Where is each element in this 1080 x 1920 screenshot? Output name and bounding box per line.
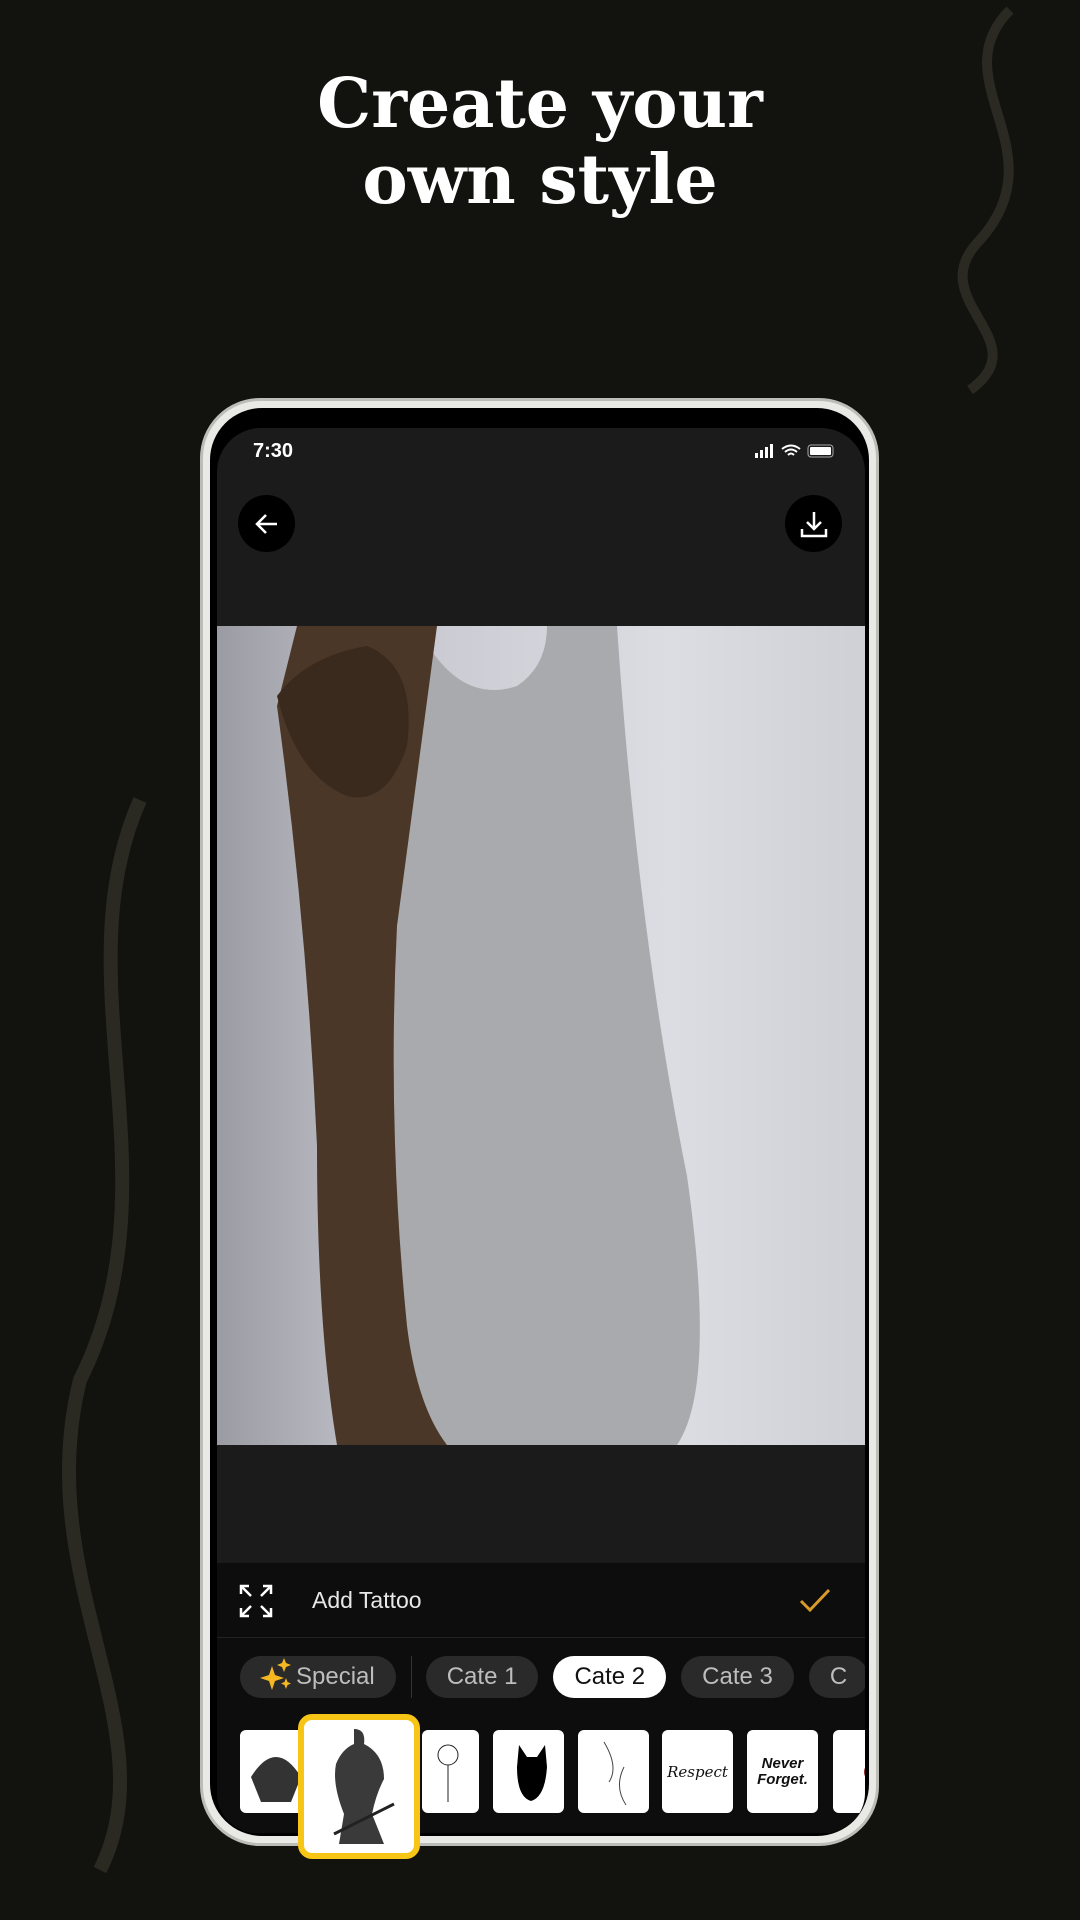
expand-icon[interactable]: [239, 1584, 273, 1618]
tab-cate-3[interactable]: Cate 3: [681, 1656, 794, 1698]
back-button[interactable]: [238, 495, 295, 552]
tattoo-thumb-devil[interactable]: [493, 1730, 564, 1813]
tab-cate-2[interactable]: Cate 2: [553, 1656, 667, 1698]
warrior-tattoo-image: [333, 1729, 395, 1844]
category-tabs: Special Cate 1 Cate 2 Cate 3 C: [240, 1656, 865, 1698]
chief-tattoo-image: [250, 1756, 301, 1802]
tattoo-preview-photo[interactable]: [217, 626, 865, 1445]
tattoo-thumb-partial[interactable]: [833, 1730, 865, 1813]
add-tattoo-label: Add Tattoo: [312, 1587, 422, 1613]
tab-divider: [410, 1656, 412, 1698]
tab-cate-4[interactable]: C: [808, 1656, 865, 1698]
photo-illustration: [277, 626, 700, 1445]
tab-cate-1[interactable]: Cate 1: [425, 1656, 539, 1698]
sparkles-icon: [260, 1658, 291, 1690]
status-icons: [755, 444, 837, 458]
download-icon: [800, 511, 827, 537]
red-tattoo-image: [863, 1766, 865, 1777]
tab-special[interactable]: Special: [240, 1656, 396, 1698]
download-button[interactable]: [785, 495, 842, 552]
tattoo-thumb-warrior-selected[interactable]: [298, 1714, 420, 1859]
headline: Create your own style: [317, 64, 763, 220]
koi-tattoo-image: [603, 1741, 626, 1805]
check-icon[interactable]: [799, 1587, 831, 1613]
tattoo-thumb-respect[interactable]: Respect: [662, 1730, 733, 1813]
add-tattoo-row: Add Tattoo: [217, 1563, 865, 1638]
devil-tattoo-image: [516, 1744, 547, 1801]
signal-icon: [755, 444, 773, 458]
flower-tattoo-image: [437, 1744, 458, 1802]
wifi-icon: [781, 444, 801, 456]
tattoo-thumb-flower[interactable]: [422, 1730, 479, 1813]
arrow-left-icon: [254, 513, 277, 534]
tattoo-thumb-koi[interactable]: [578, 1730, 649, 1813]
status-time: 7:30: [253, 440, 294, 462]
battery-icon: [807, 444, 834, 458]
tattoo-thumb-never-forget[interactable]: Never Forget.: [747, 1730, 818, 1813]
decorative-figure-art: [61, 797, 147, 1874]
app-screen: 7:30 Add Tattoo Special Cate 1 Cate 2 Ca…: [217, 428, 865, 1833]
